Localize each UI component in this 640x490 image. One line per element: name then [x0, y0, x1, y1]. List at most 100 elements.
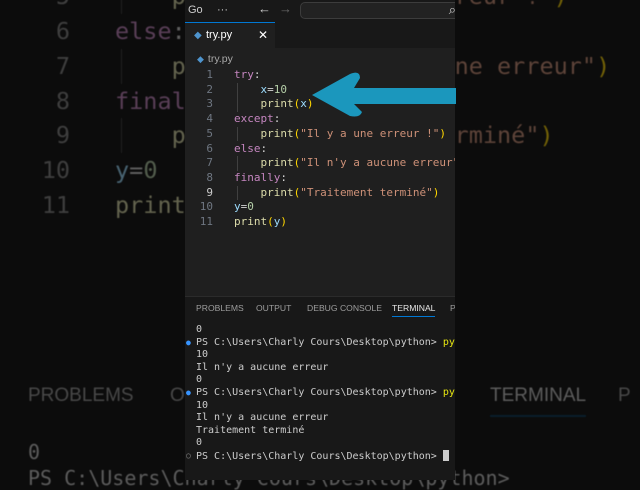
- terminal-output[interactable]: 0 ● PS C:\Users\Charly Cours\Desktop\pytho…: [186, 324, 455, 464]
- title-bar: Go ··· ← → ⌕: [185, 0, 455, 22]
- terminal-line: ● PS C:\Users\Charly Cours\Desktop\python…: [186, 386, 455, 400]
- line-number: 6: [206, 141, 213, 155]
- code-line: except:: [234, 112, 280, 127]
- terminal-command: py t: [442, 386, 455, 398]
- tab-try-py[interactable]: ◆ try.py ✕: [185, 22, 275, 48]
- code-line: print(y): [234, 215, 287, 230]
- command-pending-icon: ○: [186, 450, 191, 460]
- back-arrow-icon[interactable]: ←: [258, 1, 271, 16]
- code-token: (: [267, 215, 274, 228]
- bg-tab-p: P: [618, 385, 631, 406]
- code-line: y=0: [115, 153, 157, 188]
- tab-terminal[interactable]: TERMINAL: [392, 303, 436, 317]
- code-token: =: [267, 82, 274, 96]
- code-line: x=10: [234, 82, 288, 98]
- bottom-panel: PROBLEMS OUTPUT DEBUG CONSOLE TERMINAL P…: [185, 296, 455, 480]
- terminal-command: py t: [442, 336, 455, 348]
- code-token: "Il n'y a aucune erreur": [300, 156, 455, 170]
- code-token: y: [234, 200, 241, 214]
- command-search-box[interactable]: ⌕: [300, 2, 455, 19]
- code-token: ): [596, 51, 611, 80]
- code-token: print: [260, 97, 294, 111]
- code-line: print("Il y a une erreur !"): [234, 127, 446, 142]
- terminal-line: Il n'y a aucune erreur: [196, 361, 329, 373]
- code-token: print: [260, 156, 294, 170]
- code-line: print(x): [234, 97, 314, 112]
- terminal-cursor: [442, 449, 449, 461]
- breadcrumb[interactable]: ◆ try.py: [197, 53, 233, 65]
- terminal-line: Il n'y a aucune erreur: [196, 412, 329, 424]
- tab-problems[interactable]: PROBLEMS: [196, 303, 244, 313]
- indent-guide: [121, 48, 122, 84]
- code-line: print("Il n'y a aucune erreur"): [234, 156, 456, 171]
- terminal-line: 10: [196, 349, 209, 361]
- terminal-line: 0: [196, 374, 203, 386]
- code-token: y: [115, 156, 130, 185]
- code-token: 0: [247, 200, 254, 214]
- code-token: ): [439, 126, 446, 140]
- indent-guide: [121, 0, 122, 14]
- code-token: print: [115, 191, 186, 219]
- code-token: :: [260, 141, 268, 155]
- terminal-line: ○ PS C:\Users\Charly Cours\Desktop\python…: [186, 449, 455, 464]
- line-number: 1: [206, 68, 213, 81]
- code-token: else: [115, 17, 172, 45]
- indent-guide: [237, 82, 238, 98]
- indent-guide: [237, 97, 238, 113]
- command-success-icon: ●: [186, 387, 191, 397]
- code-line: try:: [234, 68, 261, 83]
- code-token: print: [234, 215, 268, 228]
- annotation-arrow-icon: [312, 72, 456, 117]
- tab-debug-console[interactable]: DEBUG CONSOLE: [307, 303, 382, 313]
- line-number: 6: [55, 17, 70, 45]
- code-token: :: [280, 170, 287, 184]
- code-line: y=0: [234, 200, 254, 215]
- terminal-line: 10: [196, 399, 209, 411]
- bg-tab-problems: PROBLEMS: [28, 385, 134, 406]
- terminal-line: 0: [196, 324, 203, 335]
- line-number: 4: [206, 112, 213, 126]
- code-token: :: [273, 112, 281, 126]
- code-token: :: [253, 68, 261, 81]
- code-line: else:: [115, 14, 186, 49]
- code-token: x: [300, 97, 307, 111]
- tab-ports[interactable]: P: [450, 303, 455, 313]
- line-number: 9: [55, 121, 70, 150]
- indent-guide: [237, 185, 238, 201]
- tab-bar: ◆ try.py ✕: [185, 22, 455, 48]
- code-token: :: [171, 17, 186, 45]
- code-token: finally: [234, 170, 281, 184]
- indent-guide: [237, 156, 238, 171]
- more-menu-icon[interactable]: ···: [217, 4, 228, 16]
- line-number: 7: [206, 156, 213, 170]
- terminal-line: ● PS C:\Users\Charly Cours\Desktop\python…: [186, 336, 455, 350]
- bg-terminal-line: 0: [28, 440, 41, 464]
- code-token: except: [234, 112, 274, 126]
- line-number: 2: [206, 82, 213, 96]
- line-number: 11: [199, 215, 213, 228]
- terminal-prompt: PS C:\Users\Charly Cours\Desktop\python>: [196, 450, 443, 462]
- line-number: 10: [41, 156, 70, 185]
- tab-label: try.py: [206, 29, 233, 41]
- menu-go[interactable]: Go: [188, 4, 203, 16]
- search-icon: ⌕: [448, 2, 455, 17]
- forward-arrow-icon[interactable]: →: [279, 1, 292, 16]
- code-token: print: [260, 185, 294, 199]
- line-number: 7: [55, 51, 70, 80]
- code-line: finally:: [234, 171, 287, 186]
- line-number: 8: [55, 86, 70, 115]
- code-line: else:: [234, 142, 267, 157]
- tab-output[interactable]: OUTPUT: [256, 303, 291, 313]
- code-token: 10: [273, 82, 287, 96]
- code-token: =: [129, 156, 144, 185]
- terminal-prompt: PS C:\Users\Charly Cours\Desktop\python>: [196, 336, 443, 348]
- line-number: 10: [199, 200, 213, 214]
- close-tab-icon[interactable]: ✕: [258, 28, 268, 42]
- line-number: 3: [206, 97, 213, 111]
- code-token: "Il y a une erreur !": [300, 126, 440, 140]
- bg-tab-output: O: [170, 385, 185, 406]
- code-token: else: [234, 141, 261, 155]
- command-success-icon: ●: [186, 337, 191, 347]
